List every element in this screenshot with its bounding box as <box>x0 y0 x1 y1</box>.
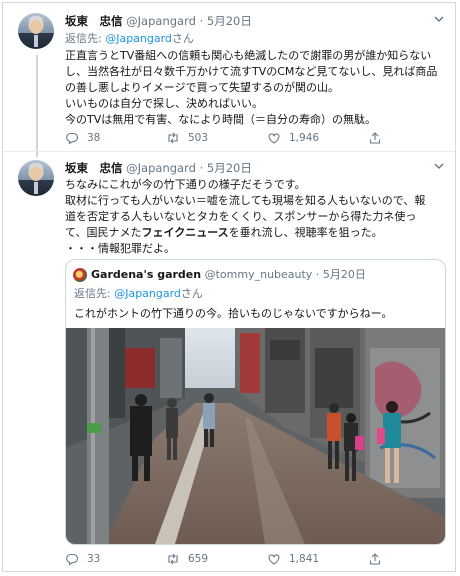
share-icon <box>369 553 381 565</box>
retweet-count: 503 <box>188 132 209 144</box>
like-count: 1,841 <box>289 553 320 565</box>
retweet-arrows-icon <box>168 553 178 565</box>
retweet-count: 659 <box>188 553 209 565</box>
like-button[interactable]: 1,841 <box>267 552 319 566</box>
quoted-header: Gardena's garden @tommy_nubeauty · 5月20日 <box>91 267 366 282</box>
reply-mention-link[interactable]: @Japangard <box>105 32 172 45</box>
share-icon <box>369 132 381 144</box>
avatar[interactable] <box>73 268 87 282</box>
share-button[interactable] <box>368 131 382 145</box>
street-photo[interactable] <box>65 328 446 544</box>
quoted-tweet[interactable]: Gardena's garden @tommy_nubeauty · 5月20日… <box>65 259 446 545</box>
display-name[interactable]: Gardena's garden <box>91 268 201 281</box>
timeline-frame: 坂東 忠信 @Japangard · 5月20日 返信先: @Japangard… <box>2 2 456 572</box>
heart-icon <box>268 554 280 565</box>
share-button[interactable] <box>368 552 382 566</box>
tweet-actions: 33 659 1,841 <box>65 552 445 568</box>
reply-suffix: さん <box>180 287 203 300</box>
reply-count: 33 <box>87 553 101 565</box>
tweet-text: 正直言うとTV番組への信頼も関心も絶滅したので謝罪の男が誰か知らない し、当然各… <box>65 48 437 128</box>
user-handle[interactable]: @Japangard <box>126 14 196 28</box>
text-line: 正直言うとTV番組への信頼も関心も絶滅したので謝罪の男が誰か知らない <box>65 49 432 62</box>
tweet-actions: 38 503 1,946 <box>65 131 445 147</box>
retweet-button[interactable]: 659 <box>166 552 208 566</box>
reply-mention-link[interactable]: @Japangard <box>114 287 181 300</box>
tweet-divider <box>3 151 455 152</box>
speech-bubble-icon <box>66 553 79 566</box>
bold-phrase: フェイクニュース <box>141 226 229 239</box>
user-handle[interactable]: @Japangard <box>126 161 196 175</box>
text-line: 道を否定する人もいないとタカをくくり、スポンサーから得た力ネ使っ <box>65 210 417 223</box>
text-line: 今のTVは無用で有害、なにより時間（＝自分の寿命）の無駄。 <box>65 113 377 126</box>
separator-dot: · <box>199 14 204 28</box>
reply-button[interactable]: 33 <box>65 552 100 566</box>
reply-suffix: さん <box>171 32 194 45</box>
text-line: の善し悪しよりイメージで買って失望するのが関の山。 <box>65 81 340 94</box>
chevron-down-icon[interactable] <box>433 13 445 28</box>
retweet-button[interactable]: 503 <box>166 131 208 145</box>
display-name[interactable]: 坂東 忠信 <box>65 161 123 175</box>
tweet-header: 坂東 忠信 @Japangard · 5月20日 <box>65 14 252 29</box>
text-segment: を垂れ流し、視聴率を狙った。 <box>228 226 383 239</box>
text-line: し、当然各社が日々数千万かけて流すTVのCMなど見てないし、見れば商品 <box>65 65 438 78</box>
reply-button[interactable]: 38 <box>65 131 100 145</box>
text-segment: て、国民ナメた <box>65 226 142 239</box>
like-count: 1,946 <box>289 132 320 144</box>
quoted-text: これがホントの竹下通りの今。拾いものじゃないですからねー。 <box>74 307 393 320</box>
text-line: 取材に行っても人がいない＝嘘を流しても現場を知る人もいないので、報 <box>65 194 426 207</box>
tweet-date[interactable]: 5月20日 <box>323 268 366 281</box>
reply-count: 38 <box>87 132 101 144</box>
speech-bubble-icon <box>66 132 79 145</box>
heart-icon <box>268 133 280 144</box>
chevron-down-icon[interactable] <box>433 160 445 175</box>
reply-to-line: 返信先: @Japangardさん <box>65 32 194 46</box>
retweet-arrows-icon <box>168 132 178 144</box>
separator-dot: · <box>315 268 320 281</box>
display-name[interactable]: 坂東 忠信 <box>65 14 123 28</box>
tweet-header: 坂東 忠信 @Japangard · 5月20日 <box>65 161 252 176</box>
text-line: て、国民ナメたフェイクニュースを垂れ流し、視聴率を狙った。 <box>65 225 425 241</box>
avatar[interactable] <box>18 160 54 196</box>
tweet-date[interactable]: 5月20日 <box>207 14 252 28</box>
reply-label: 返信先: <box>74 287 115 300</box>
thread-connector <box>36 55 38 157</box>
user-handle[interactable]: @tommy_nubeauty <box>205 268 313 281</box>
reply-label: 返信先: <box>65 32 106 45</box>
text-line: ちなみにこれが今の竹下通りの様子だそうです。 <box>65 178 306 191</box>
tweet-date[interactable]: 5月20日 <box>207 161 252 175</box>
reply-to-line: 返信先: @Japangardさん <box>74 285 203 301</box>
separator-dot: · <box>199 161 204 175</box>
tweet-text: ちなみにこれが今の竹下通りの様子だそうです。 取材に行っても人がいない＝嘘を流し… <box>65 177 425 257</box>
tweet-1[interactable]: 坂東 忠信 @Japangard · 5月20日 返信先: @Japangard… <box>3 3 455 157</box>
avatar[interactable] <box>18 13 54 49</box>
text-line: ・・・情報犯罪だよ。 <box>65 242 175 255</box>
text-line: いいものは自分で探し、決めればいい。 <box>65 97 263 110</box>
like-button[interactable]: 1,946 <box>267 131 319 145</box>
